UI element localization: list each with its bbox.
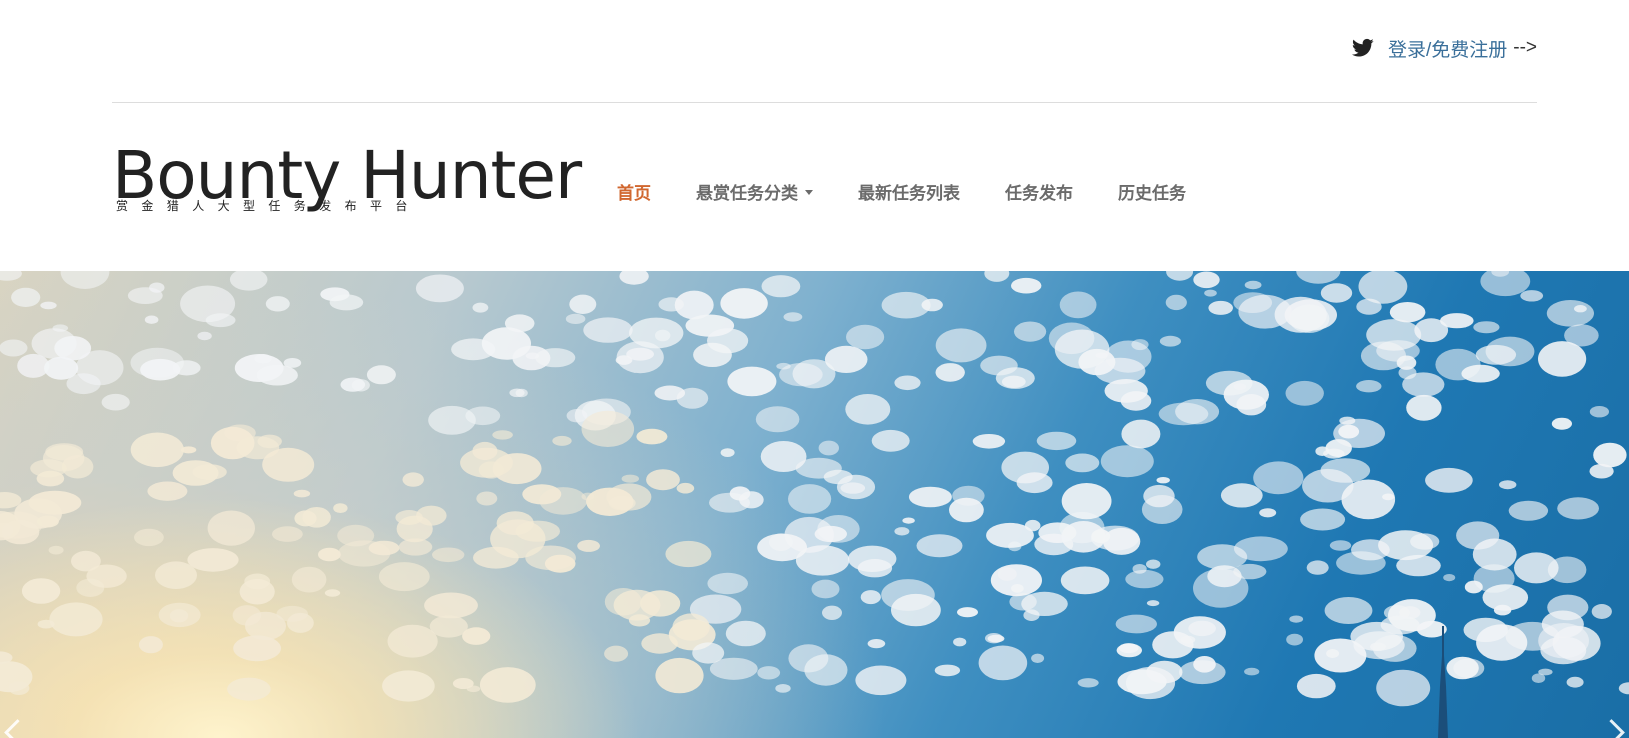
nav-item-label: 悬赏任务分类	[696, 183, 798, 203]
nav-item-label: 历史任务	[1118, 183, 1186, 203]
hero-sky-image	[0, 271, 1629, 707]
nav-item-label: 任务发布	[1005, 183, 1073, 203]
nav-item-publish-task[interactable]: 任务发布	[1005, 179, 1073, 204]
nav-item-latest-tasks[interactable]: 最新任务列表	[858, 179, 960, 204]
login-register-link[interactable]: 登录/免费注册	[1388, 35, 1507, 62]
tower-silhouette	[1438, 626, 1448, 738]
top-bar: 登录/免费注册 -->	[112, 0, 1537, 103]
nav-item-label: 最新任务列表	[858, 183, 960, 203]
hero-carousel	[0, 271, 1629, 738]
nav-item-bounty-categories[interactable]: 悬赏任务分类	[696, 179, 813, 204]
trailing-text: -->	[1513, 37, 1537, 58]
site-logo[interactable]: Bounty Hunter 赏金猎人大型任务发布平台	[112, 143, 582, 214]
twitter-icon[interactable]	[1351, 38, 1374, 58]
caret-down-icon	[805, 189, 813, 195]
site-header: Bounty Hunter 赏金猎人大型任务发布平台 首页 悬赏任务分类 最新任…	[112, 103, 1537, 271]
nav-item-history-tasks[interactable]: 历史任务	[1118, 179, 1186, 204]
top-bar-actions: 登录/免费注册 -->	[1351, 34, 1537, 62]
nav-item-label: 首页	[617, 183, 651, 203]
nav-item-home[interactable]: 首页	[617, 179, 651, 204]
logo-subtitle: 赏金猎人大型任务发布平台	[116, 199, 421, 213]
page: 登录/免费注册 --> Bounty Hunter 赏金猎人大型任务发布平台 首…	[0, 0, 1629, 738]
main-nav: 首页 悬赏任务分类 最新任务列表 任务发布 历史任务	[617, 176, 1231, 206]
